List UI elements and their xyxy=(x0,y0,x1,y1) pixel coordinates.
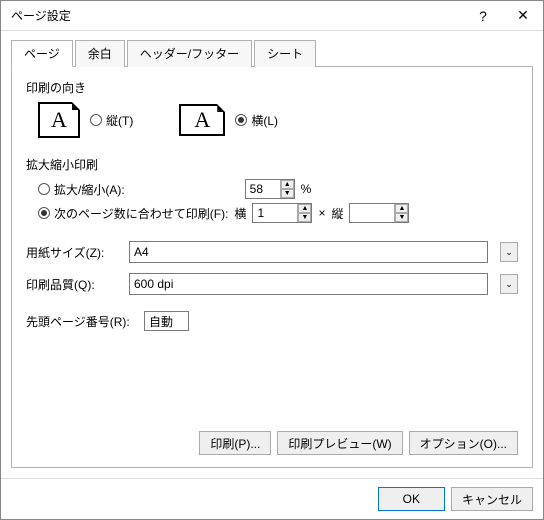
tab-page[interactable]: ページ xyxy=(11,40,73,67)
adjust-value: 58 xyxy=(246,182,280,196)
print-button[interactable]: 印刷(P)... xyxy=(199,431,271,455)
options-button[interactable]: オプション(O)... xyxy=(409,431,518,455)
first-page-input[interactable]: 自動 xyxy=(144,311,189,331)
print-quality-dropdown-icon[interactable]: ⌄ xyxy=(500,274,518,294)
print-quality-select[interactable]: 600 dpi xyxy=(129,273,488,295)
fit-wide-label: 横 xyxy=(234,205,246,222)
inner-button-row: 印刷(P)... 印刷プレビュー(W) オプション(O)... xyxy=(26,431,518,455)
titlebar: ページ設定 ? ✕ xyxy=(1,1,543,31)
cancel-button[interactable]: キャンセル xyxy=(451,487,533,511)
radio-dot-fit xyxy=(38,207,50,219)
print-preview-button[interactable]: 印刷プレビュー(W) xyxy=(277,431,402,455)
dialog-title: ページ設定 xyxy=(11,7,463,24)
radio-dot-landscape xyxy=(235,114,247,126)
radio-dot-adjust xyxy=(38,183,50,195)
landscape-icon: A xyxy=(179,104,225,136)
paper-size-label: 用紙サイズ(Z): xyxy=(26,244,121,261)
fit-wide-value: 1 xyxy=(253,206,297,220)
tab-margins[interactable]: 余白 xyxy=(75,40,125,67)
adjust-spinner[interactable]: ▲▼ xyxy=(280,180,294,198)
print-quality-value: 600 dpi xyxy=(134,277,483,291)
radio-dot-portrait xyxy=(90,114,102,126)
scaling-group: 拡大縮小印刷 拡大/縮小(A): 58 ▲▼ % xyxy=(26,156,518,223)
help-button[interactable]: ? xyxy=(463,1,503,31)
paper-size-select[interactable]: A4 xyxy=(129,241,488,263)
radio-label-adjust: 拡大/縮小(A): xyxy=(54,181,125,198)
ok-button[interactable]: OK xyxy=(378,487,445,511)
portrait-icon: A xyxy=(38,102,80,138)
tab-sheet[interactable]: シート xyxy=(254,40,316,67)
dialog-footer: OK キャンセル xyxy=(1,478,543,519)
first-page-label: 先頭ページ番号(R): xyxy=(26,313,136,330)
scaling-label: 拡大縮小印刷 xyxy=(26,156,518,173)
radio-portrait[interactable]: 縦(T) xyxy=(90,112,133,129)
fit-tall-spinner[interactable]: ▲▼ xyxy=(394,204,408,222)
print-quality-label: 印刷品質(Q): xyxy=(26,276,121,293)
radio-adjust[interactable]: 拡大/縮小(A): xyxy=(38,181,125,198)
tab-header-footer[interactable]: ヘッダー/フッター xyxy=(127,40,252,67)
fit-times: × xyxy=(318,206,325,220)
adjust-input[interactable]: 58 ▲▼ xyxy=(245,179,295,199)
orientation-group: 印刷の向き A 縦(T) A 横(L) xyxy=(26,79,518,138)
close-button[interactable]: ✕ xyxy=(503,1,543,31)
radio-fit[interactable]: 次のページ数に合わせて印刷(F): xyxy=(38,205,228,222)
paper-settings: 用紙サイズ(Z): A4 ⌄ 印刷品質(Q): 600 dpi ⌄ 先頭ページ番… xyxy=(26,241,518,331)
paper-size-value: A4 xyxy=(134,245,483,259)
fit-tall-input[interactable]: ▲▼ xyxy=(349,203,409,223)
page-setup-dialog: ページ設定 ? ✕ ページ 余白 ヘッダー/フッター シート 印刷の向き A 縦… xyxy=(0,0,544,520)
adjust-unit: % xyxy=(301,182,312,196)
orientation-label: 印刷の向き xyxy=(26,79,518,96)
radio-label-portrait: 縦(T) xyxy=(106,112,133,129)
radio-label-landscape: 横(L) xyxy=(251,112,278,129)
radio-landscape[interactable]: 横(L) xyxy=(235,112,278,129)
fit-tall-label: 縦 xyxy=(331,205,343,222)
tab-strip: ページ 余白 ヘッダー/フッター シート xyxy=(11,39,533,67)
paper-size-dropdown-icon[interactable]: ⌄ xyxy=(500,242,518,262)
tab-content: 印刷の向き A 縦(T) A 横(L) 拡大縮小印刷 xyxy=(11,67,533,468)
fit-wide-spinner[interactable]: ▲▼ xyxy=(297,204,311,222)
fit-wide-input[interactable]: 1 ▲▼ xyxy=(252,203,312,223)
radio-label-fit: 次のページ数に合わせて印刷(F): xyxy=(54,205,228,222)
first-page-value: 自動 xyxy=(149,313,173,330)
